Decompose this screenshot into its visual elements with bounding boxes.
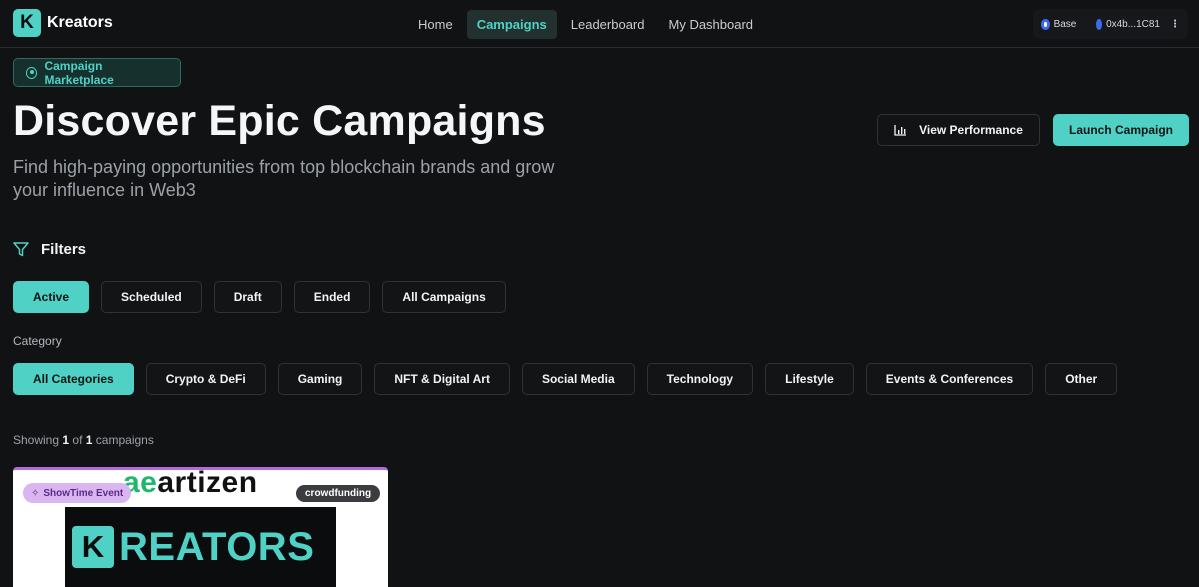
status-all-campaigns-chip[interactable]: All Campaigns	[382, 281, 506, 313]
campaign-card[interactable]: aeartizen ✧ ShowTime Event crowdfunding …	[13, 467, 388, 587]
category-events-chip[interactable]: Events & Conferences	[865, 363, 1034, 395]
category-tag: crowdfunding	[296, 485, 381, 502]
event-tag-label: ShowTime Event	[43, 487, 124, 499]
banner-wordmark: REATORS	[119, 524, 315, 569]
bar-chart-icon	[894, 125, 907, 136]
category-technology-chip[interactable]: Technology	[646, 363, 754, 395]
launch-campaign-button[interactable]: Launch Campaign	[1053, 114, 1189, 146]
event-tag: ✧ ShowTime Event	[23, 483, 132, 503]
view-performance-label: View Performance	[919, 123, 1023, 137]
page-title: Discover Epic Campaigns	[13, 97, 546, 145]
view-performance-button[interactable]: View Performance	[877, 114, 1040, 146]
status-scheduled-chip[interactable]: Scheduled	[101, 281, 202, 313]
filters-heading: Filters	[13, 241, 86, 258]
nav-campaigns[interactable]: Campaigns	[466, 10, 557, 39]
category-other-chip[interactable]: Other	[1045, 363, 1118, 395]
base-network-icon	[1041, 18, 1050, 30]
page-subtitle: Find high-paying opportunities from top …	[13, 157, 555, 200]
wallet-address: 0x4b...1C81	[1106, 18, 1160, 30]
results-count: Showing 1 of 1 campaigns	[13, 433, 154, 447]
nav-leaderboard[interactable]: Leaderboard	[561, 10, 655, 39]
sparkle-icon: ✧	[31, 487, 40, 499]
category-label: Category	[13, 334, 62, 348]
category-nft-chip[interactable]: NFT & Digital Art	[374, 363, 510, 395]
nav-links: Home Campaigns Leaderboard My Dashboard	[408, 10, 763, 39]
campaign-banner: K REATORS	[65, 507, 336, 587]
category-filter-row: All Categories Crypto & DeFi Gaming NFT …	[13, 363, 1118, 395]
category-lifestyle-chip[interactable]: Lifestyle	[765, 363, 854, 395]
banner-logo-mark: K	[72, 526, 114, 568]
more-vertical-icon[interactable]: ⋮	[1170, 19, 1180, 30]
filters-title: Filters	[41, 241, 87, 258]
app-name: Kreators	[47, 14, 113, 31]
results-total: 1	[85, 433, 93, 447]
nav-home[interactable]: Home	[408, 10, 463, 39]
top-nav: K Kreators Home Campaigns Leaderboard My…	[0, 0, 1199, 48]
filter-icon	[13, 242, 29, 257]
logo-mark: K	[13, 9, 41, 37]
status-ended-chip[interactable]: Ended	[293, 281, 371, 313]
wallet-widget[interactable]: Base 0x4b...1C81 ⋮	[1033, 9, 1188, 39]
category-crypto-defi-chip[interactable]: Crypto & DeFi	[145, 363, 266, 395]
results-shown: 1	[62, 433, 70, 447]
category-social-media-chip[interactable]: Social Media	[521, 363, 635, 395]
results-suffix: campaigns	[95, 433, 154, 447]
app-logo[interactable]: K Kreators	[13, 9, 113, 37]
badge-label: Campaign Marketplace	[44, 58, 114, 87]
nav-my-dashboard[interactable]: My Dashboard	[659, 10, 764, 39]
status-filter-row: Active Scheduled Draft Ended All Campaig…	[13, 281, 506, 313]
status-draft-chip[interactable]: Draft	[213, 281, 282, 313]
wallet-avatar-icon	[1096, 18, 1103, 30]
category-gaming-chip[interactable]: Gaming	[277, 363, 363, 395]
results-of: of	[72, 433, 83, 447]
network-name: Base	[1053, 18, 1077, 30]
category-all-chip[interactable]: All Categories	[13, 363, 134, 395]
campaign-marketplace-badge: Campaign Marketplace	[13, 58, 181, 87]
results-prefix: Showing	[13, 433, 60, 447]
status-active-chip[interactable]: Active	[13, 281, 90, 313]
brand-logo: aeartizen	[123, 467, 258, 500]
target-icon	[26, 66, 38, 79]
brand-name: artizen	[157, 467, 258, 499]
